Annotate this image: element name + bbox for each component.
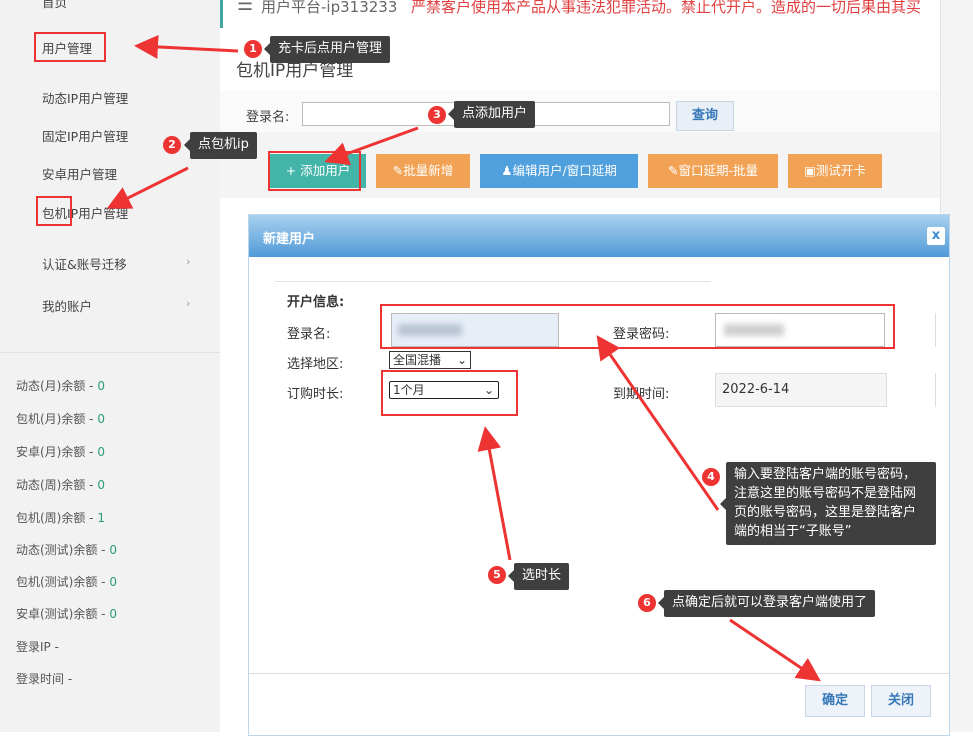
arrow (596, 335, 720, 511)
step-badge: 1 (244, 40, 262, 58)
annotation-tip: 选时长 (507, 563, 570, 590)
annotation-tip: 点添加用户 (447, 101, 536, 128)
step-badge: 2 (163, 136, 181, 154)
annotation-tip: 点包机ip (184, 132, 257, 159)
arrow (106, 166, 189, 209)
arrow (134, 34, 239, 59)
step-badge: 4 (702, 468, 720, 486)
annotation-tip: 充卡后点用户管理 (263, 36, 391, 63)
arrow (324, 126, 419, 166)
annotation-tip: 输入要登陆客户端的账号密码，注意这里的账号密码不是登陆网页的账号密码，这里是登陆… (720, 462, 936, 546)
annotation-tip: 点确定后就可以登录客户端使用了 (657, 590, 876, 617)
step-badge: 5 (488, 566, 506, 584)
step-badge: 3 (428, 106, 446, 124)
arrow (477, 426, 512, 561)
step-badge: 6 (638, 594, 656, 612)
arrow (729, 618, 821, 682)
